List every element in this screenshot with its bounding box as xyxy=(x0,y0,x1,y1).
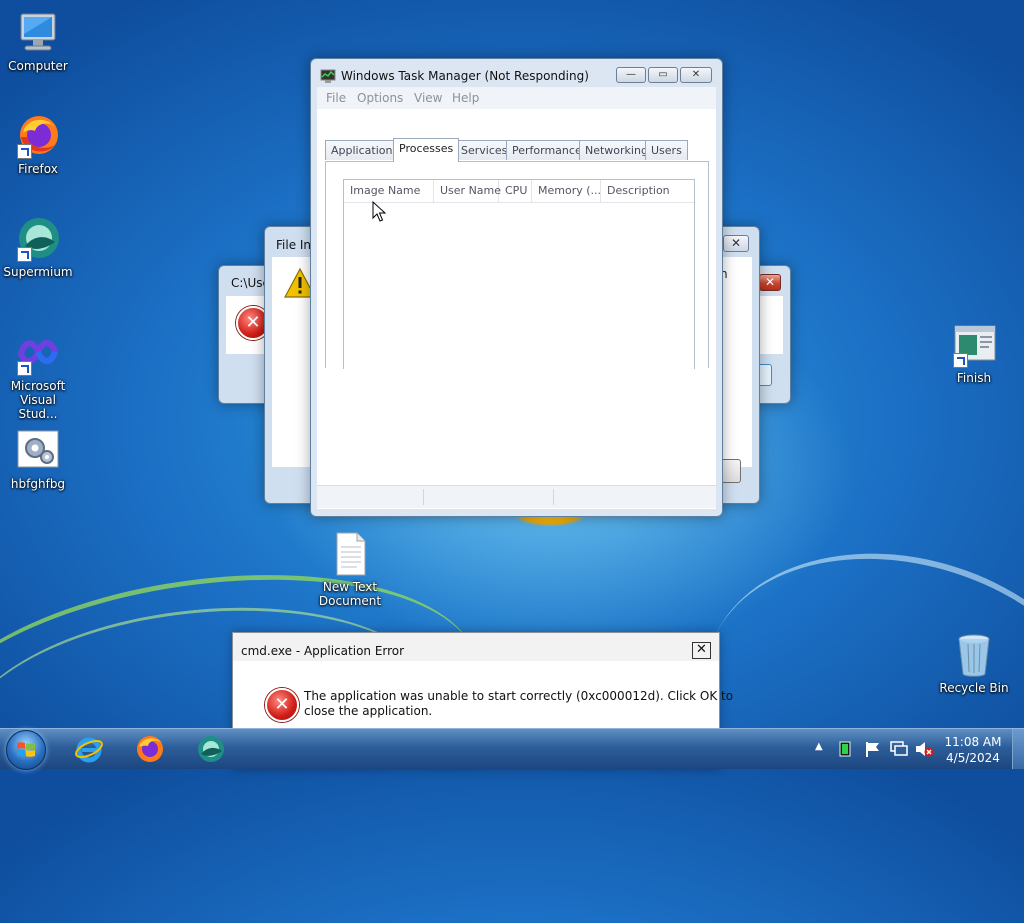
clock-date: 4/5/2024 xyxy=(946,751,1000,765)
recycle-bin-icon xyxy=(951,632,997,678)
desktop-icon-computer[interactable]: Computer xyxy=(0,10,76,73)
taskbar-firefox[interactable] xyxy=(123,732,177,766)
desktop-icon-supermium[interactable]: Supermium xyxy=(0,216,76,279)
firefox-icon xyxy=(137,736,163,762)
taskbar: ▲ 11:08 AM 4/5/2024 xyxy=(0,728,1024,770)
desktop-icon-label: hbfghfbg xyxy=(10,477,66,491)
menu-help[interactable]: Help xyxy=(452,91,479,105)
desktop-icon-label: Supermium xyxy=(3,265,73,279)
close-button[interactable]: ✕ xyxy=(692,642,711,659)
tab-users[interactable]: Users xyxy=(645,140,688,160)
windows-logo-icon xyxy=(17,742,35,757)
maximize-button[interactable]: ▭ xyxy=(648,67,678,83)
shortcut-arrow-icon xyxy=(17,247,32,262)
internet-explorer-icon xyxy=(75,737,103,763)
column-memory[interactable]: Memory (... xyxy=(532,180,601,202)
battery-icon[interactable] xyxy=(838,741,852,757)
desktop-icon-label: Microsoft Visual Stud... xyxy=(10,379,66,421)
desktop-icon-finish[interactable]: Finish xyxy=(936,322,1012,385)
window-title: Windows Task Manager (Not Responding) xyxy=(341,69,589,83)
action-center-flag-icon[interactable] xyxy=(864,740,882,758)
start-button[interactable] xyxy=(6,730,46,770)
process-list-header: Image Name User Name CPU Memory (... Des… xyxy=(344,180,694,203)
tab-page: Image Name User Name CPU Memory (... Des… xyxy=(325,161,709,369)
desktop-icon-firefox[interactable]: Firefox xyxy=(0,113,76,176)
text-document-icon xyxy=(327,531,373,577)
show-hidden-icons-button[interactable]: ▲ xyxy=(815,741,823,752)
column-description[interactable]: Description xyxy=(601,180,694,202)
firefox-icon xyxy=(15,113,61,159)
desktop-icon-recycle-bin[interactable]: Recycle Bin xyxy=(936,632,1012,695)
desktop-icon-label: New Text Document xyxy=(318,580,382,608)
dialog-title: File In xyxy=(276,238,312,252)
task-manager-client: File Options View Help Applications Proc… xyxy=(317,87,716,509)
close-button[interactable]: ✕ xyxy=(759,274,781,291)
show-desktop-button[interactable] xyxy=(1012,729,1024,769)
shortcut-arrow-icon xyxy=(17,144,32,159)
column-image-name[interactable]: Image Name xyxy=(344,180,434,202)
task-manager-window[interactable]: Windows Task Manager (Not Responding) — … xyxy=(310,58,723,517)
status-divider xyxy=(423,489,424,505)
error-message: The application was unable to start corr… xyxy=(304,689,734,718)
menu-file[interactable]: File xyxy=(326,91,346,105)
network-icon[interactable] xyxy=(889,740,909,758)
desktop-icon-hbfghfbg[interactable]: hbfghfbg xyxy=(0,428,76,491)
tab-services[interactable]: Services xyxy=(455,140,514,160)
status-bar xyxy=(317,485,716,508)
clock[interactable]: 11:08 AM 4/5/2024 xyxy=(940,734,1006,766)
desktop-icon-label: Recycle Bin xyxy=(939,681,1009,695)
settings-file-icon xyxy=(15,428,61,474)
menu-bar: File Options View Help xyxy=(317,87,716,109)
error-icon: ✕ xyxy=(265,688,299,722)
process-list[interactable]: Image Name User Name CPU Memory (... Des… xyxy=(343,179,695,369)
tab-performance[interactable]: Performance xyxy=(506,140,588,160)
desktop-icon-label: Firefox xyxy=(18,162,58,176)
volume-muted-icon[interactable] xyxy=(914,740,934,758)
menu-options[interactable]: Options xyxy=(357,91,403,105)
desktop-icon-label: Computer xyxy=(8,59,68,73)
titlebar: cmd.exe - Application Error ✕ xyxy=(233,633,719,661)
shortcut-arrow-icon xyxy=(953,353,968,368)
taskbar-internet-explorer[interactable] xyxy=(62,732,116,766)
desktop-icon-visual-studio[interactable]: Microsoft Visual Stud... xyxy=(0,330,76,421)
close-button[interactable]: ✕ xyxy=(723,235,749,252)
clock-time: 11:08 AM xyxy=(944,735,1002,749)
task-manager-icon xyxy=(320,69,336,83)
desktop-icon-label: Finish xyxy=(956,371,992,385)
tab-processes[interactable]: Processes xyxy=(393,138,460,162)
tab-networking[interactable]: Networking xyxy=(579,140,654,160)
app-window-icon xyxy=(951,322,997,368)
shortcut-arrow-icon xyxy=(17,361,32,376)
desktop-icon-new-text-document[interactable]: New Text Document xyxy=(312,531,388,608)
close-button[interactable]: ✕ xyxy=(680,67,712,83)
status-divider xyxy=(553,489,554,505)
dialog-title: cmd.exe - Application Error xyxy=(241,644,405,658)
column-cpu[interactable]: CPU xyxy=(499,180,532,202)
mouse-cursor-icon xyxy=(372,201,386,222)
supermium-icon xyxy=(198,736,224,762)
supermium-icon xyxy=(15,216,61,262)
column-user-name[interactable]: User Name xyxy=(434,180,501,202)
computer-icon xyxy=(15,10,61,56)
visual-studio-icon xyxy=(15,330,61,376)
taskbar-supermium[interactable] xyxy=(184,732,238,766)
minimize-button[interactable]: — xyxy=(616,67,646,83)
menu-view[interactable]: View xyxy=(414,91,442,105)
